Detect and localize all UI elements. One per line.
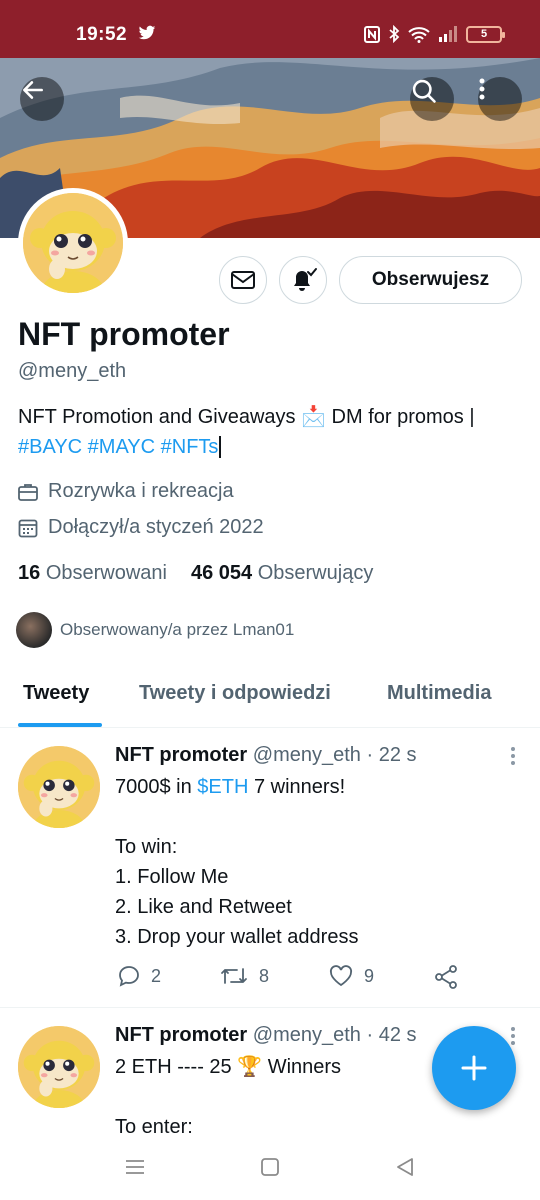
system-nav-bar (0, 1140, 540, 1200)
profile-handle: @meny_eth (18, 360, 127, 382)
retweet-button[interactable]: 8 (219, 964, 269, 988)
like-count: 9 (364, 965, 375, 986)
message-button[interactable] (219, 256, 267, 304)
tweet-item[interactable]: NFT promoter @meny_eth · 22 s 7000$ in $… (0, 728, 540, 1008)
profile-name: NFT promoter (18, 316, 230, 352)
tweet-author-name[interactable]: NFT promoter (115, 744, 247, 766)
plus-icon (461, 1055, 487, 1081)
heart-icon (329, 965, 353, 987)
twitter-icon (138, 25, 156, 40)
profile-bio: NFT Promotion and Giveaways 📩 DM for pro… (18, 402, 528, 462)
signal-icon (439, 26, 457, 42)
battery-icon: 5 (466, 25, 505, 43)
followed-by-row[interactable]: Obserwowany/a przez Lman01 (16, 612, 294, 648)
status-time: 19:52 (76, 24, 128, 45)
tweet-more-icon[interactable] (510, 746, 516, 766)
search-button[interactable] (410, 77, 454, 121)
bluetooth-icon (389, 25, 400, 43)
back-nav-icon[interactable] (394, 1156, 416, 1178)
tweet-text-prefix: 7000$ in (115, 776, 198, 798)
bio-text: NFT Promotion and Giveaways 📩 DM for pro… (18, 406, 475, 428)
wifi-icon (408, 26, 430, 43)
battery-level: 5 (480, 27, 488, 40)
tweet-avatar[interactable] (18, 1026, 100, 1108)
following-label: Obserwowani (45, 562, 167, 584)
profile-category: Rozrywka i rekreacja (48, 480, 234, 502)
notifications-button[interactable] (279, 256, 327, 304)
retweet-count: 8 (259, 965, 270, 986)
share-button[interactable] (433, 964, 459, 990)
share-icon (435, 965, 457, 989)
profile-joined: Dołączył/a styczeń 2022 (48, 516, 264, 538)
back-button[interactable] (20, 77, 64, 121)
following-count: 16 (18, 562, 41, 584)
follower-avatar (16, 612, 52, 648)
active-tab-indicator (18, 723, 102, 727)
bio-hashtags[interactable]: #BAYC #MAYC #NFTs (18, 436, 218, 458)
tweet-time: · 42 s (366, 1024, 417, 1046)
tweet-text-rest: To win: 1. Follow Me 2. Like and Retweet… (115, 836, 359, 948)
profile-category-row: Rozrywka i rekreacja (18, 480, 234, 503)
reply-count: 2 (151, 965, 162, 986)
briefcase-icon (18, 483, 38, 501)
profile-joined-row: Dołączył/a styczeń 2022 (18, 516, 264, 539)
reply-button[interactable]: 2 (117, 964, 161, 988)
tweet-text-suffix: 7 winners! (248, 776, 346, 798)
back-arrow-icon (23, 81, 43, 99)
monkey-avatar-image (23, 193, 123, 293)
following-button[interactable]: Obserwujesz (339, 256, 522, 304)
following-stat[interactable]: 16 Obserwowani (18, 562, 167, 585)
followers-count: 46 054 (190, 562, 253, 584)
calendar-icon (18, 519, 38, 537)
tab-media[interactable]: Multimedia (387, 682, 491, 705)
tweet-author-handle: @meny_eth (252, 744, 361, 766)
monkey-avatar-image (18, 1026, 100, 1108)
more-options-button[interactable] (478, 77, 522, 121)
home-nav-icon[interactable] (259, 1156, 281, 1178)
envelope-icon (231, 271, 255, 289)
menu-nav-icon[interactable] (124, 1156, 146, 1178)
followed-by-text: Obserwowany/a przez Lman01 (60, 620, 295, 639)
tweet-actions: 2 8 9 (115, 964, 465, 994)
tweet-time: · 22 s (366, 744, 417, 766)
tweet-avatar[interactable] (18, 746, 100, 828)
status-bar: 19:52 5 (0, 0, 540, 58)
monkey-avatar-image (18, 746, 100, 828)
tweet-header: NFT promoter @meny_eth · 22 s (115, 744, 417, 767)
tab-tweets-and-replies[interactable]: Tweety i odpowiedzi (139, 682, 331, 705)
followers-stat[interactable]: 46 054 Obserwujący (191, 562, 373, 585)
tweet-author-name[interactable]: NFT promoter (115, 1024, 247, 1046)
like-button[interactable]: 9 (328, 964, 374, 988)
nfc-icon (364, 25, 380, 43)
tab-tweets[interactable]: Tweety (23, 682, 89, 705)
tweet-more-icon[interactable] (510, 1026, 516, 1046)
more-vertical-icon (479, 78, 485, 100)
profile-stats: 16 Obserwowani 46 054 Obserwujący (18, 562, 373, 585)
search-icon (412, 79, 436, 103)
tweet-text-rest: To enter: (115, 1116, 193, 1138)
tweet-text: 7000$ in $ETH 7 winners! (115, 772, 515, 802)
cashtag-link[interactable]: $ETH (197, 776, 248, 798)
bell-check-icon (294, 268, 317, 291)
tweet-header: NFT promoter @meny_eth · 42 s (115, 1024, 417, 1047)
compose-tweet-button[interactable] (432, 1026, 516, 1110)
text-cursor (219, 436, 222, 458)
reply-icon (119, 966, 139, 987)
profile-tabs: Tweety Tweety i odpowiedzi Multimedia (0, 668, 540, 728)
profile-avatar[interactable] (18, 188, 128, 298)
retweet-icon (221, 968, 247, 984)
followers-label: Obserwujący (257, 562, 374, 584)
tweet-author-handle: @meny_eth (252, 1024, 361, 1046)
